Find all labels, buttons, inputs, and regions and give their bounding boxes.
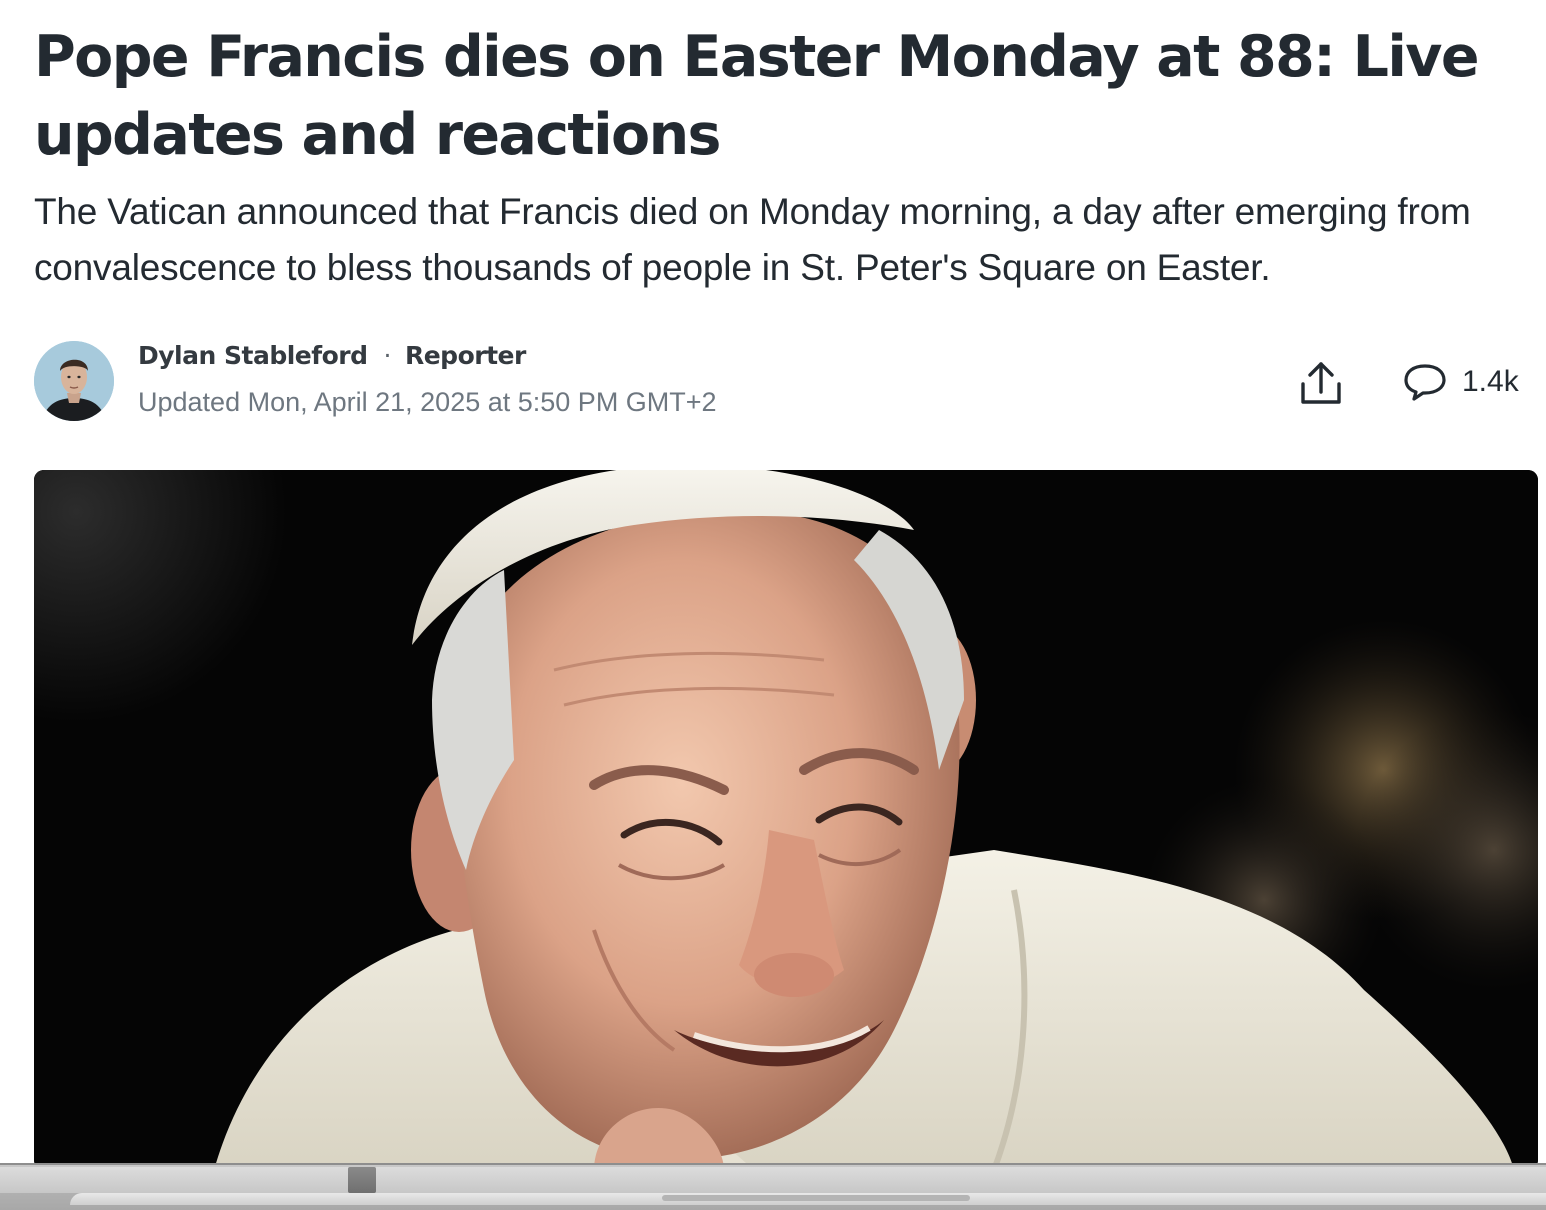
share-button[interactable] xyxy=(1296,358,1346,408)
comment-icon xyxy=(1404,364,1446,401)
comments-button[interactable]: 1.4k xyxy=(1402,362,1519,402)
byline: Dylan Stableford · Reporter Updated Mon, A… xyxy=(34,340,1524,424)
resize-grip[interactable] xyxy=(662,1195,970,1201)
hero-image[interactable] xyxy=(34,470,1538,1170)
author-role: Reporter xyxy=(404,341,526,370)
horizontal-scrollbar[interactable] xyxy=(0,1163,1546,1210)
comment-count: 1.4k xyxy=(1462,365,1519,398)
article-headline: Pope Francis dies on Easter Monday at 88… xyxy=(34,24,1479,168)
share-icon xyxy=(1301,362,1341,404)
author-name[interactable]: Dylan Stableford xyxy=(138,341,368,370)
author-avatar[interactable] xyxy=(34,341,114,421)
hero-photo xyxy=(34,470,1538,1170)
scrollbar-track[interactable] xyxy=(0,1167,1546,1193)
scrollbar-thumb[interactable] xyxy=(348,1167,376,1193)
author-line: Dylan Stableford · Reporter xyxy=(138,340,526,372)
byline-separator: · xyxy=(383,341,392,370)
updated-timestamp: Updated Mon, April 21, 2025 at 5:50 PM G… xyxy=(138,387,717,417)
article-subheadline: The Vatican announced that Francis died … xyxy=(34,191,1471,288)
